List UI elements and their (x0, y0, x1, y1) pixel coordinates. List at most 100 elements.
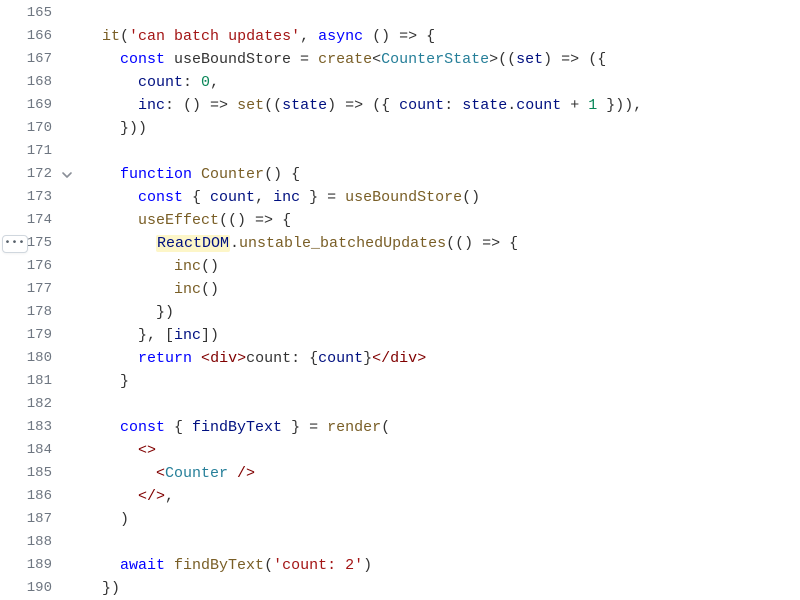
line-number: 172 (14, 163, 56, 186)
token: ) (120, 511, 129, 528)
code-content[interactable]: ) (78, 508, 129, 531)
token: function (120, 166, 192, 183)
code-line[interactable]: 176 inc() (0, 255, 800, 278)
line-number: 171 (14, 140, 56, 163)
token: count (399, 97, 444, 114)
token: it (102, 28, 120, 45)
code-content[interactable]: useEffect(() => { (78, 209, 291, 232)
code-content[interactable]: } (78, 370, 129, 393)
line-number: 173 (14, 186, 56, 209)
token: render (327, 419, 381, 436)
code-line[interactable]: 167 const useBoundStore = create<Counter… (0, 48, 800, 71)
chevron-down-icon (61, 169, 73, 181)
code-line[interactable]: 169 inc: () => set((state) => ({ count: … (0, 94, 800, 117)
token: state (462, 97, 507, 114)
token: (( (264, 97, 282, 114)
line-number: 190 (14, 577, 56, 600)
line-number: 180 (14, 347, 56, 370)
code-line[interactable]: 181 } (0, 370, 800, 393)
token: : (444, 97, 462, 114)
token: findByText (192, 419, 282, 436)
code-line[interactable]: 187 ) (0, 508, 800, 531)
code-line[interactable]: 173 const { count, inc } = useBoundStore… (0, 186, 800, 209)
token: < (372, 51, 381, 68)
token: . (507, 97, 516, 114)
code-content[interactable]: return <div>count: {count}</div> (78, 347, 426, 370)
code-line[interactable]: 177 inc() (0, 278, 800, 301)
line-number: 178 (14, 301, 56, 324)
token: , (255, 189, 273, 206)
token: () (201, 281, 219, 298)
code-editor[interactable]: 165166 it('can batch updates', async () … (0, 0, 800, 600)
token: set (237, 97, 264, 114)
token: </ (372, 350, 390, 367)
code-content[interactable]: const { findByText } = render( (78, 416, 390, 439)
code-content[interactable]: <Counter /> (78, 462, 255, 485)
code-line[interactable]: 180 return <div>count: {count}</div> (0, 347, 800, 370)
code-line[interactable]: 190 }) (0, 577, 800, 600)
token: /> (228, 465, 255, 482)
code-line[interactable]: 171 (0, 140, 800, 163)
token: + (561, 97, 588, 114)
line-number: 185 (14, 462, 56, 485)
fold-toggle[interactable] (56, 169, 78, 181)
code-line[interactable]: 174 useEffect(() => { (0, 209, 800, 232)
code-content[interactable]: inc() (78, 255, 219, 278)
code-line[interactable]: 182 (0, 393, 800, 416)
code-content[interactable]: </>, (78, 485, 174, 508)
code-line[interactable]: 178 }) (0, 301, 800, 324)
code-content[interactable]: const { count, inc } = useBoundStore() (78, 186, 480, 209)
code-content[interactable]: await findByText('count: 2') (78, 554, 372, 577)
code-line[interactable]: 184 <> (0, 439, 800, 462)
token: => (255, 212, 273, 229)
code-line[interactable]: •••175 ReactDOM.unstable_batchedUpdates(… (0, 232, 800, 255)
line-number: 177 (14, 278, 56, 301)
token: state (282, 97, 327, 114)
token: const (120, 51, 165, 68)
token: => (561, 51, 579, 68)
code-line[interactable]: 189 await findByText('count: 2') (0, 554, 800, 577)
code-content[interactable]: }, [inc]) (78, 324, 219, 347)
code-content[interactable]: }) (78, 301, 174, 324)
code-line[interactable]: 179 }, [inc]) (0, 324, 800, 347)
token: => (210, 97, 228, 114)
token: Counter (165, 465, 228, 482)
code-line[interactable]: 185 <Counter /> (0, 462, 800, 485)
token: ) (327, 97, 345, 114)
token: findByText (174, 557, 264, 574)
code-line[interactable]: 183 const { findByText } = render( (0, 416, 800, 439)
token: => (399, 28, 417, 45)
code-content[interactable]: inc() (78, 278, 219, 301)
token: } = (282, 419, 327, 436)
token: div (210, 350, 237, 367)
line-number: 169 (14, 94, 56, 117)
more-actions-icon[interactable]: ••• (2, 235, 28, 253)
code-line[interactable]: 166 it('can batch updates', async () => … (0, 25, 800, 48)
token: , (165, 488, 174, 505)
token: ReactDOM (156, 235, 230, 252)
code-content[interactable]: })) (78, 117, 147, 140)
token: }) (156, 304, 174, 321)
code-line[interactable]: 186 </>, (0, 485, 800, 508)
code-line[interactable]: 165 (0, 2, 800, 25)
code-content[interactable]: inc: () => set((state) => ({ count: stat… (78, 94, 642, 117)
code-line[interactable]: 170 })) (0, 117, 800, 140)
code-content[interactable]: count: 0, (78, 71, 219, 94)
token: const (120, 419, 165, 436)
code-content[interactable]: const useBoundStore = create<CounterStat… (78, 48, 606, 71)
token: async (318, 28, 363, 45)
code-content[interactable]: function Counter() { (78, 163, 300, 186)
code-line[interactable]: 188 (0, 531, 800, 554)
code-line[interactable]: 168 count: 0, (0, 71, 800, 94)
code-content[interactable]: it('can batch updates', async () => { (78, 25, 435, 48)
line-number: 182 (14, 393, 56, 416)
token: > (417, 350, 426, 367)
code-line[interactable]: 172 function Counter() { (0, 163, 800, 186)
token: count (516, 97, 561, 114)
line-number: 189 (14, 554, 56, 577)
line-number: 186 (14, 485, 56, 508)
code-content[interactable]: ReactDOM.unstable_batchedUpdates(() => { (78, 232, 518, 255)
code-content[interactable]: }) (78, 577, 120, 600)
token: < (156, 465, 165, 482)
code-content[interactable]: <> (78, 439, 156, 462)
